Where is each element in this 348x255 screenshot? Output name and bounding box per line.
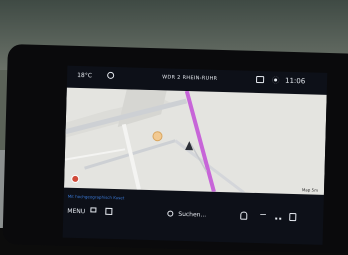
map-roads — [64, 89, 245, 194]
more-options-icon[interactable] — [275, 217, 278, 220]
voice-assist-icon[interactable] — [240, 211, 248, 220]
navigation-map[interactable]: Map 5m — [64, 87, 327, 195]
route-options-icon[interactable] — [289, 212, 297, 222]
temperature-label: 18°C — [77, 71, 93, 80]
message-icon[interactable] — [256, 75, 265, 84]
fan-icon[interactable] — [107, 71, 115, 79]
clock-label: 11:06 — [284, 76, 306, 86]
search-button[interactable]: Suchen... — [178, 211, 206, 219]
vehicle-position-icon — [185, 140, 194, 151]
map-layer-icon[interactable] — [105, 207, 113, 215]
search-icon[interactable] — [167, 210, 174, 217]
menu-button[interactable]: MENU — [67, 208, 85, 215]
menu-grid-icon[interactable] — [90, 207, 97, 213]
zoom-out-button[interactable]: − — [259, 210, 267, 220]
radio-station-label[interactable]: WDR 2 RHEIN-RUHR — [162, 74, 217, 82]
gear-icon[interactable] — [272, 76, 280, 84]
bottom-bar: MENU Suchen... − — [63, 203, 323, 230]
infotainment-screen: 18°C WDR 2 RHEIN-RUHR 11:06 Map 5m Mit h… — [62, 65, 328, 245]
device-bezel: 18°C WDR 2 RHEIN-RUHR 11:06 Map 5m Mit h… — [2, 44, 348, 254]
map-scale-label: Map 5m — [301, 187, 319, 193]
map-info-line: Mit hochgeographisch Kuset — [67, 193, 125, 201]
